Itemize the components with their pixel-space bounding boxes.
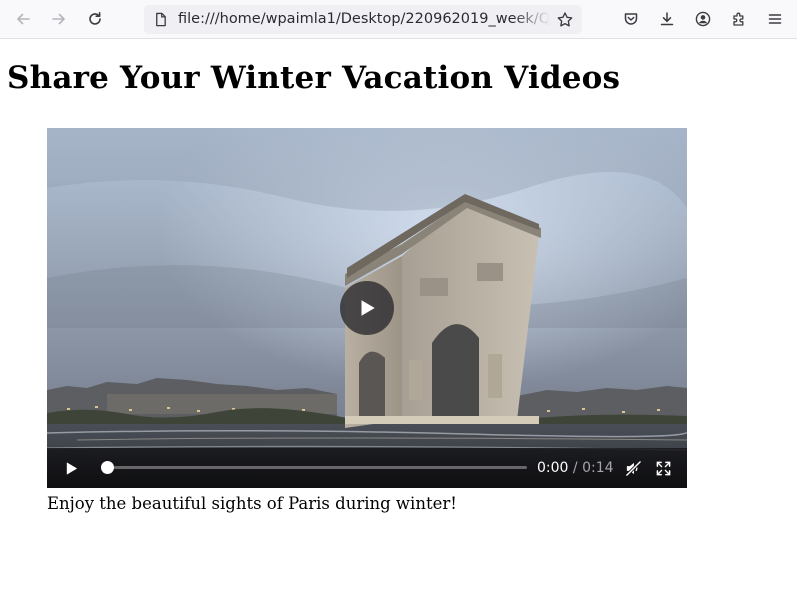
seek-slider[interactable]	[101, 461, 527, 474]
center-play-button[interactable]	[340, 281, 394, 335]
pocket-button[interactable]	[618, 6, 644, 32]
video-controls: 0:00 / 0:14	[47, 448, 687, 488]
forward-arrow-icon	[52, 13, 65, 25]
downloads-button[interactable]	[654, 6, 680, 32]
muted-speaker-icon	[624, 459, 642, 477]
current-time: 0:00	[537, 460, 569, 476]
fullscreen-button[interactable]	[653, 458, 673, 478]
reload-icon	[89, 12, 101, 25]
page-icon	[152, 11, 169, 28]
mute-button[interactable]	[623, 458, 643, 478]
star-icon[interactable]	[555, 10, 575, 30]
video-caption: Enjoy the beautiful sights of Paris duri…	[47, 494, 457, 513]
hamburger-menu-icon	[768, 14, 782, 24]
account-icon	[695, 11, 711, 27]
menu-button[interactable]	[762, 6, 788, 32]
extensions-button[interactable]	[726, 6, 752, 32]
account-button[interactable]	[690, 6, 716, 32]
seek-thumb[interactable]	[101, 461, 114, 474]
reload-button[interactable]	[82, 6, 108, 32]
fullscreen-icon	[656, 461, 670, 475]
play-icon	[66, 461, 77, 475]
video-player[interactable]: 0:00 / 0:14	[47, 128, 687, 488]
download-icon	[660, 12, 674, 26]
back-button[interactable]	[10, 6, 36, 32]
play-button[interactable]	[61, 458, 81, 478]
time-display: 0:00 / 0:14	[537, 458, 614, 478]
browser-toolbar: file:///home/wpaimla1/Desktop/220962019_…	[0, 0, 797, 39]
duration: 0:14	[582, 460, 614, 476]
back-arrow-icon	[17, 13, 30, 25]
forward-button[interactable]	[46, 6, 72, 32]
puzzle-icon	[733, 12, 744, 26]
url-text[interactable]: file:///home/wpaimla1/Desktop/220962019_…	[178, 5, 550, 34]
play-icon	[361, 300, 375, 316]
url-bar[interactable]: file:///home/wpaimla1/Desktop/220962019_…	[144, 5, 582, 34]
time-separator: /	[568, 460, 583, 476]
page-title: Share Your Winter Vacation Videos	[7, 60, 621, 96]
pocket-icon	[624, 13, 638, 25]
